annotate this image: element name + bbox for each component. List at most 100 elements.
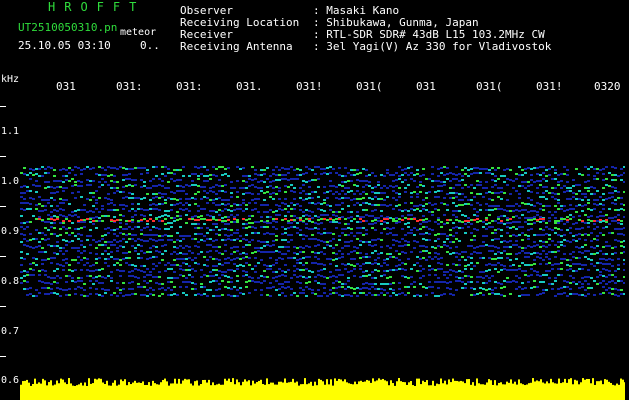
- noise-cell: [395, 172, 398, 174]
- noise-cell: [254, 289, 257, 291]
- noise-cell: [434, 295, 437, 297]
- noise-cell: [416, 196, 419, 198]
- noise-cell: [308, 246, 311, 248]
- noise-cell: [128, 226, 131, 228]
- noise-cell: [560, 287, 563, 289]
- noise-cell: [464, 265, 467, 267]
- amplitude-bar: [494, 380, 496, 400]
- noise-cell: [401, 174, 404, 176]
- noise-cell: [254, 169, 257, 171]
- noise-cell: [266, 204, 269, 206]
- noise-cell: [356, 202, 359, 204]
- noise-cell: [503, 268, 506, 270]
- noise-cell: [560, 262, 563, 264]
- noise-cell: [41, 247, 44, 249]
- amplitude-bar: [374, 381, 376, 400]
- noise-cell: [359, 276, 362, 278]
- noise-cell: [26, 202, 29, 204]
- noise-cell: [182, 186, 185, 188]
- noise-cell: [248, 185, 251, 187]
- noise-cell: [137, 253, 140, 255]
- noise-cell: [527, 294, 530, 296]
- noise-cell: [221, 203, 224, 205]
- noise-cell: [617, 228, 620, 230]
- noise-cell: [116, 295, 119, 297]
- amplitude-bar: [388, 385, 390, 400]
- noise-cell: [71, 232, 74, 234]
- noise-cell: [164, 234, 167, 236]
- noise-cell: [515, 240, 518, 242]
- noise-cell: [59, 169, 62, 171]
- noise-cell: [371, 245, 374, 247]
- noise-cell: [359, 252, 362, 254]
- noise-cell: [458, 280, 461, 282]
- noise-cell: [41, 281, 44, 283]
- noise-cell: [593, 175, 596, 177]
- noise-cell: [278, 251, 281, 253]
- noise-cell: [50, 167, 53, 169]
- amplitude-bar: [458, 381, 460, 400]
- noise-cell: [527, 245, 530, 247]
- noise-cell: [443, 214, 446, 216]
- noise-cell: [356, 227, 359, 229]
- noise-cell: [68, 294, 71, 296]
- noise-cell: [377, 288, 380, 290]
- noise-cell: [158, 184, 161, 186]
- noise-cell: [485, 203, 488, 205]
- noise-cell: [257, 281, 260, 283]
- noise-cell: [428, 286, 431, 288]
- noise-cell: [596, 216, 599, 218]
- noise-cell: [197, 205, 200, 207]
- noise-cell: [308, 215, 311, 217]
- noise-cell: [317, 186, 320, 188]
- noise-cell: [182, 204, 185, 206]
- noise-cell: [68, 180, 71, 182]
- noise-cell: [437, 196, 440, 198]
- noise-cell: [566, 229, 569, 231]
- noise-cell: [593, 187, 596, 189]
- noise-cell: [74, 166, 77, 168]
- noise-cell: [356, 221, 359, 223]
- noise-cell: [254, 202, 257, 204]
- noise-cell: [398, 193, 401, 195]
- noise-cell: [620, 245, 623, 247]
- noise-cell: [197, 263, 200, 265]
- noise-cell: [578, 294, 581, 296]
- noise-cell: [89, 270, 92, 272]
- amplitude-bar: [206, 382, 208, 400]
- signal-cell: [236, 219, 239, 221]
- noise-cell: [611, 174, 614, 176]
- noise-cell: [104, 181, 107, 183]
- noise-cell: [326, 232, 329, 234]
- noise-cell: [140, 286, 143, 288]
- noise-cell: [518, 246, 521, 248]
- noise-cell: [275, 276, 278, 278]
- amplitude-bar: [288, 382, 290, 400]
- amplitude-bar: [514, 381, 516, 400]
- noise-cell: [353, 265, 356, 267]
- noise-cell: [317, 270, 320, 272]
- noise-cell: [533, 234, 536, 236]
- noise-cell: [269, 265, 272, 267]
- noise-cell: [554, 263, 557, 265]
- noise-cell: [581, 277, 584, 279]
- noise-cell: [209, 250, 212, 252]
- noise-cell: [599, 293, 602, 295]
- noise-cell: [104, 258, 107, 260]
- noise-cell: [29, 287, 32, 289]
- noise-cell: [116, 250, 119, 252]
- noise-cell: [206, 169, 209, 171]
- noise-cell: [617, 264, 620, 266]
- noise-cell: [215, 168, 218, 170]
- amplitude-bar: [328, 384, 330, 400]
- noise-cell: [161, 235, 164, 237]
- noise-cell: [347, 277, 350, 279]
- noise-cell: [104, 244, 107, 246]
- noise-cell: [335, 253, 338, 255]
- noise-cell: [65, 199, 68, 201]
- noise-cell: [374, 192, 377, 194]
- noise-cell: [404, 187, 407, 189]
- noise-cell: [251, 280, 254, 282]
- noise-cell: [152, 263, 155, 265]
- noise-cell: [518, 174, 521, 176]
